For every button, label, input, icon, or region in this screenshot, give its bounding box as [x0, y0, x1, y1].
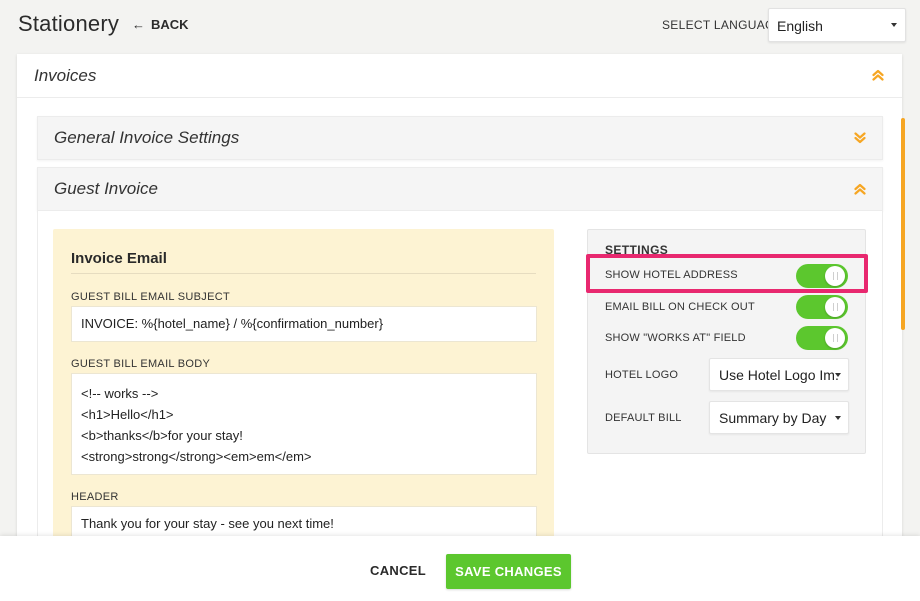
show-hotel-address-label: SHOW HOTEL ADDRESS [605, 269, 738, 281]
email-bill-on-checkout-toggle[interactable] [796, 295, 848, 319]
toggle-knob [825, 266, 845, 286]
settings-card: SETTINGS SHOW HOTEL ADDRESS EMAIL BILL O… [587, 229, 866, 454]
invoice-email-card: Invoice Email GUEST BILL EMAIL SUBJECT I… [53, 229, 554, 544]
back-button[interactable]: ← BACK [132, 17, 189, 32]
email-body-line: <strong>strong</strong><em>em</em> [81, 449, 312, 464]
email-body-label: GUEST BILL EMAIL BODY [71, 358, 211, 370]
toggle-knob [825, 297, 845, 317]
invoices-panel: Invoices General Invoice Settings Guest … [17, 54, 902, 544]
default-bill-value: Summary by Day [719, 410, 827, 426]
save-changes-button[interactable]: SAVE CHANGES [446, 554, 571, 589]
caret-down-icon [891, 23, 897, 27]
general-invoice-settings-section[interactable]: General Invoice Settings [37, 116, 883, 160]
caret-down-icon [835, 373, 841, 377]
toggle-knob [825, 328, 845, 348]
footer-bar: CANCEL SAVE CHANGES [0, 536, 920, 601]
email-body-line: <!-- works --> [81, 386, 159, 401]
scrollbar[interactable] [901, 118, 905, 330]
email-bill-on-checkout-label: EMAIL BILL ON CHECK OUT [605, 301, 755, 313]
show-works-at-label: SHOW "WORKS AT" FIELD [605, 332, 746, 344]
header-label: HEADER [71, 491, 119, 503]
divider [71, 273, 536, 274]
hotel-logo-label: HOTEL LOGO [605, 369, 679, 381]
settings-title: SETTINGS [605, 243, 669, 257]
default-bill-label: DEFAULT BILL [605, 412, 682, 424]
page-title: Stationery [18, 11, 120, 36]
hotel-logo-select[interactable]: Use Hotel Logo Im. [709, 358, 849, 391]
email-subject-label: GUEST BILL EMAIL SUBJECT [71, 291, 231, 303]
guest-invoice-title: Guest Invoice [54, 179, 158, 198]
default-bill-select[interactable]: Summary by Day [709, 401, 849, 434]
general-invoice-settings-title: General Invoice Settings [54, 128, 240, 147]
invoices-panel-header[interactable]: Invoices [17, 54, 902, 98]
show-works-at-toggle[interactable] [796, 326, 848, 350]
double-chevron-down-icon[interactable] [854, 132, 866, 144]
language-select[interactable]: English [768, 8, 906, 42]
caret-down-icon [835, 416, 841, 420]
email-body-line: <h1>Hello</h1> [81, 407, 174, 422]
double-chevron-up-icon[interactable] [872, 69, 884, 81]
invoices-panel-title: Invoices [34, 66, 97, 85]
invoice-email-title: Invoice Email [71, 250, 167, 267]
show-hotel-address-toggle[interactable] [796, 264, 848, 288]
double-chevron-up-icon[interactable] [854, 183, 866, 195]
language-value: English [777, 18, 823, 34]
email-subject-input[interactable]: INVOICE: %{hotel_name} / %{confirmation_… [71, 306, 537, 342]
language-label: SELECT LANGUAGE [662, 18, 783, 32]
back-label: BACK [151, 17, 189, 32]
header-value: Thank you for your stay - see you next t… [81, 516, 334, 531]
arrow-left-icon: ← [132, 17, 145, 32]
email-body-textarea[interactable]: <!-- works --> <h1>Hello</h1> <b>thanks<… [71, 373, 537, 475]
cancel-button[interactable]: CANCEL [370, 563, 426, 578]
email-subject-value: INVOICE: %{hotel_name} / %{confirmation_… [81, 316, 384, 331]
email-body-line: <b>thanks</b>for your stay! [81, 428, 243, 443]
top-bar: Stationery ← BACK SELECT LANGUAGE Englis… [0, 0, 920, 50]
guest-invoice-section[interactable]: Guest Invoice [37, 167, 883, 211]
hotel-logo-value: Use Hotel Logo Im. [719, 367, 839, 383]
